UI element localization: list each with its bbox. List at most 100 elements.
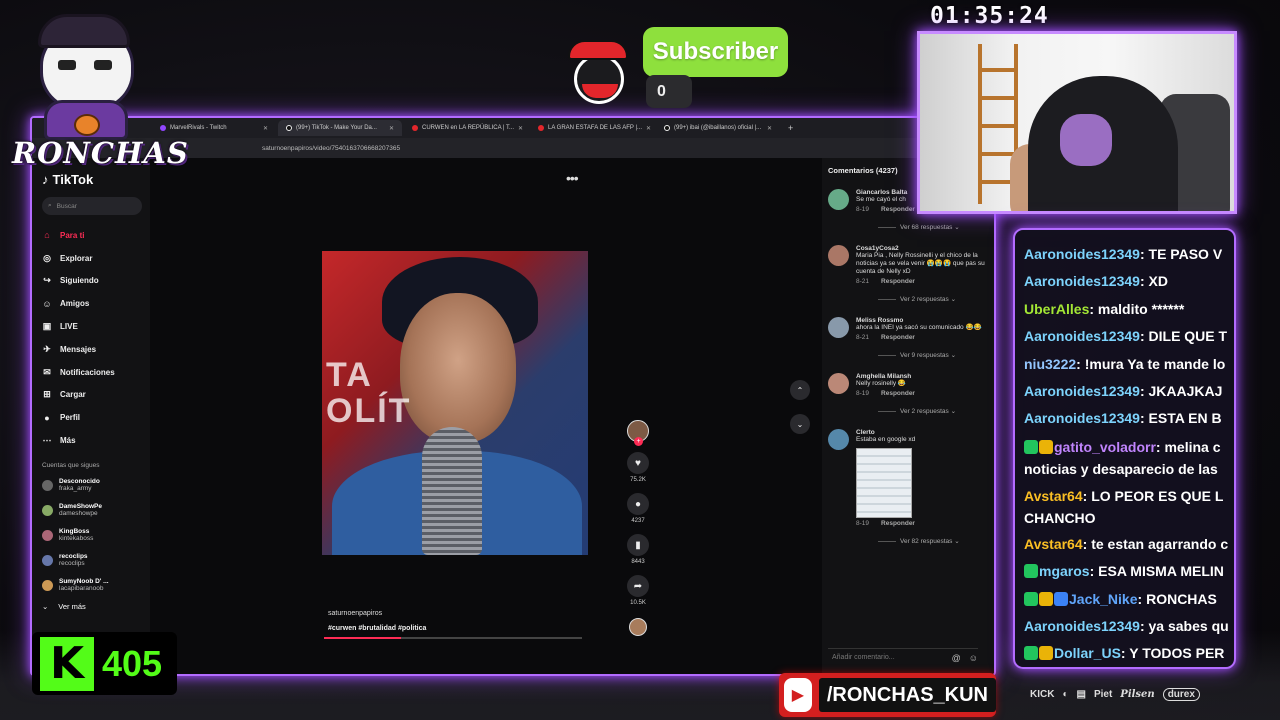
chat-username[interactable]: gatito_voladorr — [1054, 439, 1156, 455]
comment-author[interactable]: Meliss Rossmo — [856, 317, 994, 324]
nav-item-amigos[interactable]: ☺ Amigos — [42, 292, 150, 315]
nav-item-para-ti[interactable]: ⌂ Para ti — [42, 224, 150, 247]
new-tab-icon[interactable]: + — [782, 123, 799, 133]
view-replies-button[interactable]: Ver 2 respuestas ⌄ — [878, 407, 994, 415]
notification-icon: ✉ — [43, 366, 51, 377]
comment-author[interactable]: Clerto — [856, 429, 994, 436]
subscriber-count: 0 — [646, 75, 692, 108]
view-replies-button[interactable]: Ver 82 respuestas ⌄ — [878, 537, 994, 545]
creator-avatar[interactable]: + — [627, 420, 649, 446]
url-text[interactable]: saturnoenpapiros/video/75401637066682073… — [262, 145, 400, 152]
reply-button[interactable]: Responder — [881, 278, 915, 285]
account-handle: dameshowpe — [59, 510, 98, 518]
browser-tab[interactable]: LA GRAN ESTAFA DE LAS AFP |... ✕ — [530, 120, 654, 136]
browser-tab[interactable]: (99+) ibai (@ibaillanos) oficial |... ✕ — [656, 120, 780, 136]
comment-author[interactable]: Amghella Milansh — [856, 373, 994, 380]
chat-username[interactable]: Dollar_US — [1054, 645, 1121, 661]
following-account[interactable]: KingBoss kintekaboss — [42, 523, 150, 548]
chat-username[interactable]: Aaronoides12349 — [1024, 273, 1140, 289]
chat-badge-icon — [1039, 439, 1053, 454]
chat-badge-icon — [1024, 439, 1038, 454]
nav-label: Cargar — [60, 390, 86, 400]
nav-item-siguiendo[interactable]: ↪ Siguiendo — [42, 270, 150, 293]
view-replies-button[interactable]: Ver 68 respuestas ⌄ — [878, 223, 994, 231]
browser-tab-active[interactable]: (99+) TikTok - Make Your Da... ✕ — [278, 120, 402, 136]
chat-username[interactable]: UberAlles — [1024, 301, 1089, 317]
heart-icon[interactable]: ♥ — [627, 452, 649, 474]
avatar — [42, 554, 53, 566]
reply-button[interactable]: Responder — [881, 206, 915, 213]
chat-username[interactable]: Avstar64 — [1024, 536, 1083, 552]
comment-action[interactable]: ● 4237 — [626, 493, 650, 524]
bookmark-action[interactable]: ▮ 8443 — [626, 534, 650, 565]
search-input[interactable]: ⌕ Buscar — [42, 197, 142, 215]
video-player[interactable]: TA OLÍT — [322, 251, 588, 555]
chat-username[interactable]: mgaros — [1039, 563, 1090, 579]
close-tab-icon[interactable]: ✕ — [389, 125, 394, 132]
follow-plus-icon[interactable]: + — [634, 437, 643, 446]
avatar[interactable] — [828, 245, 849, 266]
close-tab-icon[interactable]: ✕ — [263, 125, 268, 132]
nav-item-notificaciones[interactable]: ✉ Notificaciones — [42, 361, 150, 384]
like-action[interactable]: ♥ 75.2K — [626, 452, 650, 483]
avatar[interactable] — [828, 429, 849, 450]
chat-username[interactable]: Aaronoides12349 — [1024, 410, 1140, 426]
chat-username[interactable]: niu3222 — [1024, 356, 1076, 372]
nav-item-cargar[interactable]: ⊞ Cargar — [42, 384, 150, 407]
close-tab-icon[interactable]: ✕ — [646, 125, 651, 132]
bookmark-icon[interactable]: ▮ — [627, 534, 649, 556]
chat-username[interactable]: Jack_Nike — [1069, 591, 1138, 607]
next-video-button[interactable]: ⌄ — [790, 414, 810, 434]
chat-username[interactable]: Aaronoides12349 — [1024, 246, 1140, 262]
nav-item-live[interactable]: ▣ LIVE — [42, 315, 150, 338]
chat-badge-icon — [1024, 564, 1038, 579]
comment-icon[interactable]: ● — [627, 493, 649, 515]
see-more-button[interactable]: ⌄ Ver más — [42, 602, 150, 611]
comment-image[interactable] — [856, 448, 912, 518]
view-replies-button[interactable]: Ver 2 respuestas ⌄ — [878, 295, 994, 303]
comment-input[interactable]: Añadir comentario... @ ☺ — [828, 648, 978, 666]
chat-username[interactable]: Aaronoides12349 — [1024, 383, 1140, 399]
comment-author[interactable]: Cosa1yCosa2 — [856, 245, 994, 252]
tiktok-logo[interactable]: ♪ TikTok — [42, 172, 150, 187]
sound-disc-icon[interactable] — [629, 618, 647, 636]
avatar[interactable] — [828, 373, 849, 394]
more-options-icon[interactable]: ••• — [566, 170, 579, 186]
mascot-cap — [38, 14, 130, 48]
account-handle: recoclips — [59, 560, 85, 568]
close-tab-icon[interactable]: ✕ — [518, 125, 523, 132]
avatar — [42, 504, 53, 516]
following-account[interactable]: Desconocido fraka_army — [42, 473, 150, 498]
share-icon[interactable]: ➦ — [627, 575, 649, 597]
nav-item-mas[interactable]: ⋯ Más — [42, 429, 150, 452]
view-replies-button[interactable]: Ver 9 respuestas ⌄ — [878, 351, 994, 359]
nav-item-perfil[interactable]: ● Perfil — [42, 406, 150, 429]
chat-username[interactable]: Avstar64 — [1024, 488, 1083, 504]
nav-item-mensajes[interactable]: ✈ Mensajes — [42, 338, 150, 361]
tiktok-nav: ⌂ Para ti ◎ Explorar ↪ Siguiendo ☺ Amigos ▣ L… — [42, 224, 150, 452]
video-author[interactable]: saturnoenpapiros — [328, 610, 426, 617]
view-replies-label: Ver 82 respuestas — [900, 538, 953, 545]
chat-username[interactable]: Aaronoides12349 — [1024, 328, 1140, 344]
video-progress-bar[interactable] — [324, 637, 582, 639]
close-tab-icon[interactable]: ✕ — [767, 125, 772, 132]
avatar[interactable] — [828, 317, 849, 338]
browser-tab[interactable]: CURWEN en LA REPÚBLICA | T... ✕ — [404, 120, 528, 136]
emoji-icon[interactable]: ☺ — [969, 653, 978, 663]
chat-message: Aaronoides12349: ya sabes qu — [1024, 613, 1234, 640]
reply-button[interactable]: Responder — [881, 390, 915, 397]
nav-item-explorar[interactable]: ◎ Explorar — [42, 247, 150, 270]
avatar[interactable] — [828, 189, 849, 210]
video-hashtags[interactable]: #curwen #brutalidad #politica — [328, 625, 426, 632]
share-action[interactable]: ➦ 10.5K — [626, 575, 650, 606]
previous-video-button[interactable]: ⌃ — [790, 380, 810, 400]
reply-button[interactable]: Responder — [881, 334, 915, 341]
chat-username[interactable]: Aaronoides12349 — [1024, 618, 1140, 634]
following-account[interactable]: DameShowPe dameshowpe — [42, 498, 150, 523]
mention-icon[interactable]: @ — [952, 653, 961, 663]
following-account[interactable]: SumyNoob D' ... lacapibaranoob — [42, 573, 150, 598]
following-account[interactable]: recoclips recoclips — [42, 548, 150, 573]
reply-button[interactable]: Responder — [881, 520, 915, 527]
chat-badge-icon — [1024, 591, 1038, 606]
browser-tab[interactable]: MarvelRivals - Twitch ✕ — [152, 120, 276, 136]
